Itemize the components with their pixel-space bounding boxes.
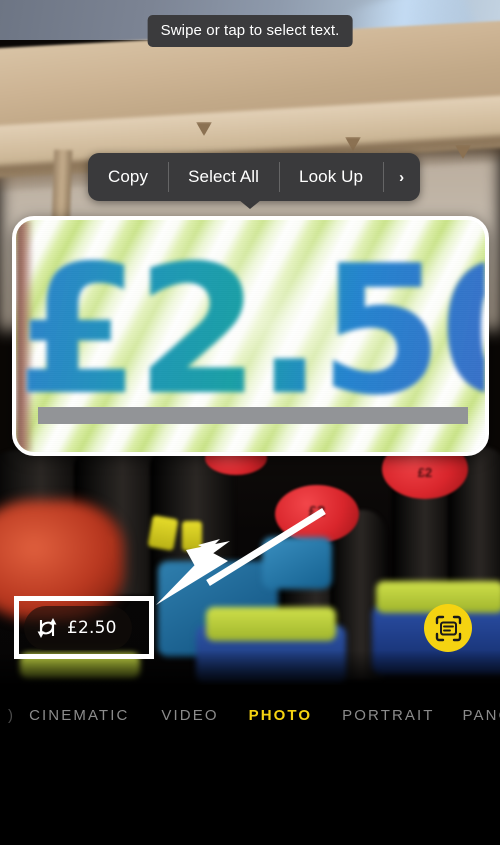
context-menu-item-look-up[interactable]: Look Up [279,153,383,201]
context-menu-item-select-all[interactable]: Select All [168,153,279,201]
mode-photo[interactable]: PHOTO [249,707,313,724]
camera-viewfinder[interactable]: £2 £2 Swipe or tap to select text. Copy … [0,0,500,685]
bottle-cap [182,521,202,551]
live-text-scan-icon [435,615,461,641]
bottle-cap [147,514,179,552]
context-menu-item-copy[interactable]: Copy [88,153,168,201]
blue-item [262,537,332,589]
price-sticker: £2 [275,485,359,543]
camera-mode-selector[interactable]: ) CINEMATIC VIDEO PHOTO PORTRAIT PANO [0,699,500,731]
lime-item [206,607,336,641]
mode-video[interactable]: VIDEO [161,707,218,724]
annotation-highlight-box [14,596,154,659]
loupe-content: £2.50 [16,220,485,452]
live-text-button[interactable] [424,604,472,652]
context-menu-pointer [239,200,261,209]
text-magnifier-loupe[interactable]: £2.50 [12,216,489,456]
mode-clipped-left[interactable]: ) [8,707,15,724]
mode-portrait[interactable]: PORTRAIT [342,707,434,724]
select-text-hint: Swipe or tap to select text. [147,15,353,47]
camera-controls: ) CINEMATIC VIDEO PHOTO PORTRAIT PANO £2… [0,685,500,845]
sticker-text: £2 [308,503,326,520]
camera-screen: £2 £2 Swipe or tap to select text. Copy … [0,0,500,845]
sticker-text: £2 [417,465,433,480]
text-context-menu[interactable]: Copy Select All Look Up › [88,153,421,201]
text-selection-highlight[interactable] [38,407,468,424]
mode-pano[interactable]: PANO [463,707,500,724]
mode-cinematic[interactable]: CINEMATIC [29,707,129,724]
chevron-right-icon[interactable]: › [383,153,420,201]
